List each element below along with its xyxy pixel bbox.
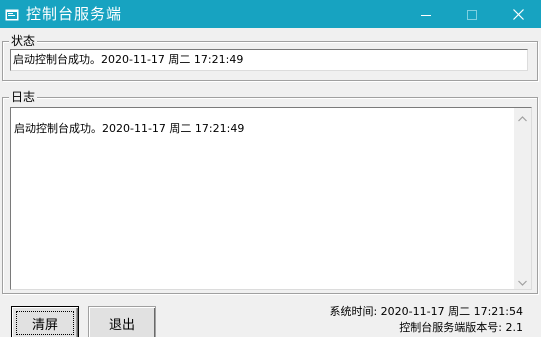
log-entry: 启动控制台成功。2020-11-17 周二 17:21:49	[14, 122, 245, 135]
log-scrollbar[interactable]	[514, 108, 531, 289]
system-time-label: 系统时间:	[329, 305, 378, 318]
scroll-down-button[interactable]	[514, 272, 531, 289]
minimize-button[interactable]	[403, 0, 449, 28]
system-time-value: 2020-11-17 周二 17:21:54	[380, 305, 523, 318]
maximize-icon	[467, 5, 477, 24]
console-server-window: 控制台服务端 状态 启动控制台成功。2020-11-17 周二 17:21:49…	[0, 0, 541, 337]
version-label: 控制台服务端版本号:	[399, 321, 502, 334]
minimize-icon	[421, 5, 431, 24]
title-bar[interactable]: 控制台服务端	[0, 0, 541, 28]
log-group-legend: 日志	[9, 89, 38, 105]
maximize-button[interactable]	[449, 0, 495, 28]
scroll-up-button[interactable]	[514, 108, 531, 125]
close-icon	[512, 5, 524, 24]
status-group-legend: 状态	[9, 33, 38, 49]
status-group: 状态 启动控制台成功。2020-11-17 周二 17:21:49	[2, 33, 538, 81]
close-button[interactable]	[495, 0, 541, 28]
clear-screen-button[interactable]: 清屏	[11, 306, 79, 337]
version-value: 2.1	[505, 321, 524, 334]
log-group: 日志 启动控制台成功。2020-11-17 周二 17:21:49	[2, 89, 538, 294]
log-textarea[interactable]: 启动控制台成功。2020-11-17 周二 17:21:49	[10, 107, 532, 290]
system-time-info: 系统时间: 2020-11-17 周二 17:21:54	[329, 305, 523, 319]
app-window-icon[interactable]	[5, 7, 19, 21]
chevron-down-icon	[518, 271, 527, 289]
window-title: 控制台服务端	[26, 5, 123, 23]
exit-button[interactable]: 退出	[88, 306, 156, 337]
chevron-up-icon	[518, 108, 527, 126]
status-field[interactable]: 启动控制台成功。2020-11-17 周二 17:21:49	[10, 49, 528, 71]
version-info: 控制台服务端版本号: 2.1	[399, 321, 523, 335]
